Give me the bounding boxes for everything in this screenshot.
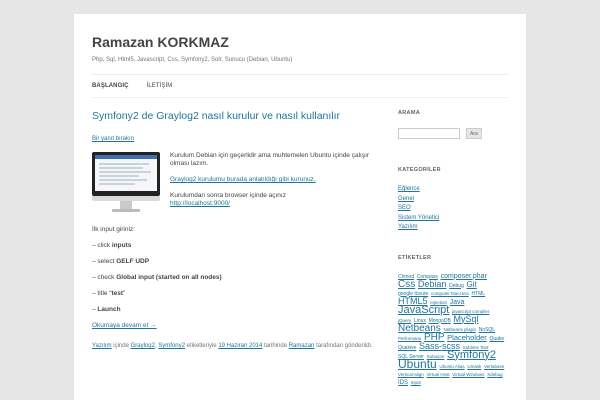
- site-description: Php, Sql, Html5, Javascript, Css, Symfon…: [92, 57, 293, 63]
- tag-cloud-item[interactable]: Umask: [467, 364, 481, 369]
- localhost-link[interactable]: http://localhost:9000/: [170, 200, 230, 207]
- read-more-link[interactable]: Okumaya devam et →: [92, 322, 157, 329]
- tag-cloud: Chmod Compass composer.phar Css Debian D…: [398, 273, 506, 387]
- category-item-sistem-yonetici[interactable]: Sistem Yönetici: [398, 214, 508, 224]
- tag-cloud-item[interactable]: MySql: [453, 314, 478, 324]
- category-item-eglence[interactable]: Eğlence: [398, 185, 508, 195]
- step-2: – select GELF UDP: [92, 258, 150, 265]
- tag-cloud-item[interactable]: Netbeans plugin: [443, 327, 476, 332]
- tag-cloud-item[interactable]: Quake: [489, 336, 504, 342]
- post-content: Symfony2 de Graylog2 nasıl kurulur ve na…: [92, 110, 376, 350]
- tags-widget-title: ETİKETLER: [398, 254, 432, 261]
- tag-link-graylog2[interactable]: Graylog2: [131, 343, 155, 349]
- step-3: – check Global input (started on all nod…: [92, 274, 222, 281]
- category-list: Eğlence Genel SEO Sistem Yönetici Yazılı…: [398, 185, 508, 233]
- tag-cloud-item[interactable]: Quakive: [398, 345, 416, 351]
- tag-cloud-item[interactable]: Performans: [398, 336, 421, 341]
- tag-cloud-item[interactable]: IDS: [398, 380, 408, 386]
- step-1: – click inputs: [92, 242, 132, 249]
- tag-cloud-item[interactable]: Virtual Windows: [452, 372, 484, 377]
- nav-item-home[interactable]: BAŞLANGIÇ: [92, 83, 129, 89]
- tag-cloud-item[interactable]: Input: [411, 380, 421, 385]
- graylog-install-link[interactable]: Graylog2 kurulumu burada anlatıldığı gib…: [170, 176, 316, 183]
- tag-cloud-item[interactable]: Debian: [418, 279, 447, 289]
- tag-cloud-item[interactable]: Vertabase: [484, 364, 504, 369]
- date-link[interactable]: 19 Haziran 2014: [218, 343, 262, 349]
- monitor-screenshot-image: [92, 152, 160, 216]
- tag-cloud-item[interactable]: Ubuntu Alias: [439, 364, 464, 369]
- post-meta: Yazılım içinde Graylog2, Symfony2 etiket…: [92, 343, 373, 349]
- tag-cloud-item[interactable]: Debug: [449, 283, 464, 289]
- category-link[interactable]: Yazılım: [92, 343, 112, 349]
- category-item-genel[interactable]: Genel: [398, 195, 508, 205]
- step-4: – title “test”: [92, 290, 126, 297]
- tag-cloud-item[interactable]: computer htaccess: [431, 291, 469, 296]
- tag-cloud-item[interactable]: NoSQL: [479, 327, 495, 333]
- sidebar: ARAMA Ara KATEGORİLER Eğlence Genel SEO …: [398, 110, 508, 387]
- category-item-seo[interactable]: SEO: [398, 204, 508, 214]
- tag-cloud-item[interactable]: Xdebug: [487, 372, 503, 377]
- tag-cloud-item[interactable]: HTML: [471, 291, 485, 297]
- search-input[interactable]: [398, 128, 460, 139]
- category-item-yazilim[interactable]: Yazılım: [398, 223, 508, 233]
- main-navigation: BAŞLANGIÇ İLETİŞİM: [92, 74, 508, 98]
- tag-cloud-item[interactable]: javascript compiler: [452, 309, 489, 314]
- site-header: Ramazan KORKMAZ Php, Sql, Html5, Javascr…: [92, 34, 508, 63]
- tag-cloud-item[interactable]: JavaScript: [398, 304, 449, 316]
- tag-cloud-item[interactable]: Virtual Host: [426, 372, 449, 377]
- author-link[interactable]: Ramazan: [289, 343, 315, 349]
- media-text: Kurulum Debian için geçerlidir ama muhte…: [170, 152, 376, 216]
- tag-cloud-item[interactable]: Css: [398, 279, 415, 290]
- browser-note: Kurulumdan sonra browser içinde açınız: [170, 192, 286, 199]
- step-5: – Launch: [92, 306, 121, 313]
- tag-cloud-item[interactable]: jQuery: [398, 318, 411, 323]
- post-title[interactable]: Symfony2 de Graylog2 nasıl kurulur ve na…: [92, 110, 376, 123]
- search-widget-title: ARAMA: [398, 110, 420, 116]
- categories-widget-title: KATEGORİLER: [398, 167, 441, 173]
- search-button[interactable]: Ara: [466, 128, 482, 139]
- page-container: Ramazan KORKMAZ Php, Sql, Html5, Javascr…: [74, 14, 526, 400]
- tag-cloud-item[interactable]: Symfony2: [447, 349, 496, 361]
- input-intro: İlk input giriniz:: [92, 226, 135, 233]
- tag-cloud-item[interactable]: Vertical-align: [398, 372, 424, 377]
- install-note: Kurulum Debian için geçerlidir ama muhte…: [170, 152, 370, 167]
- nav-item-contact[interactable]: İLETİŞİM: [147, 83, 173, 89]
- search-form: Ara: [398, 128, 508, 139]
- post-media: Kurulum Debian için geçerlidir ama muhte…: [92, 152, 376, 216]
- comments-link[interactable]: Bir yanıt bırakın: [92, 135, 376, 143]
- tag-cloud-item[interactable]: Git: [467, 280, 477, 289]
- site-title[interactable]: Ramazan KORKMAZ: [92, 34, 508, 50]
- tag-cloud-item[interactable]: composer.phar: [441, 273, 487, 280]
- tag-cloud-item[interactable]: Java: [450, 299, 465, 306]
- tag-link-symfony2[interactable]: Symfony2: [158, 343, 185, 349]
- tag-cloud-item[interactable]: Ubuntu: [398, 357, 437, 371]
